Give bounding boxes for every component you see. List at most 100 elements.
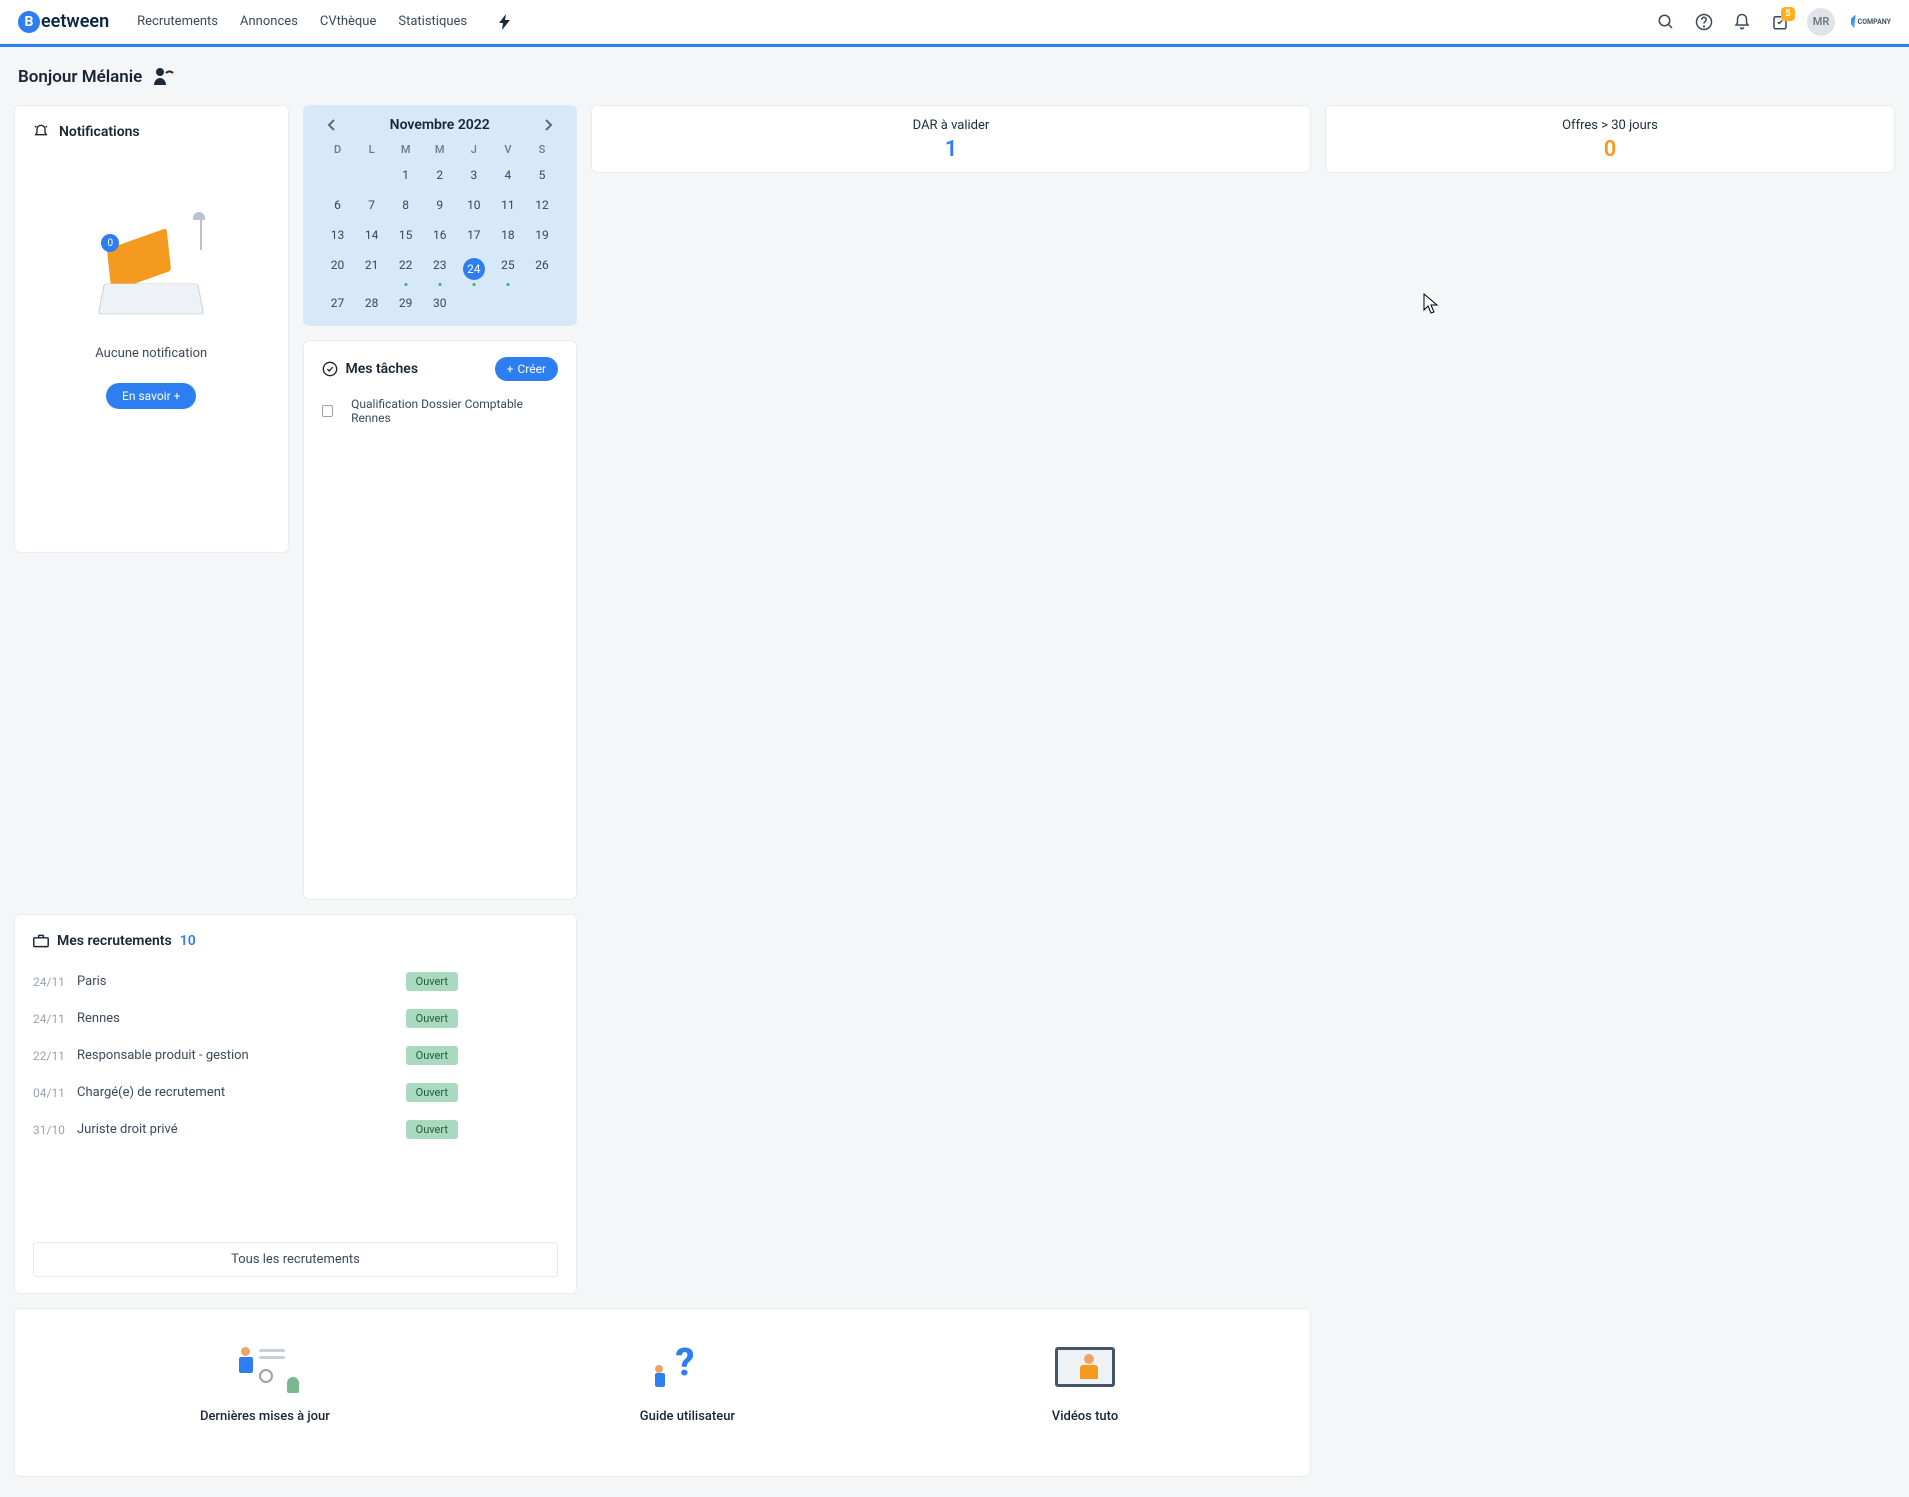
calendar-day[interactable]: 18 — [491, 224, 525, 246]
task-row[interactable]: Qualification Dossier Comptable Rennes — [322, 397, 559, 425]
all-recruitments-button[interactable]: Tous les recrutements — [33, 1242, 558, 1277]
calendar-day[interactable]: 6 — [321, 194, 355, 216]
notifications-empty-text: Aucune notification — [95, 346, 207, 361]
calendar-day[interactable]: 11 — [491, 194, 525, 216]
calendar-month-label: Novembre 2022 — [390, 117, 490, 133]
stat-offres-card[interactable]: Offres > 30 jours 0 — [1325, 105, 1895, 173]
tasks-card: Mes tâches + Créer Qualification Dossier… — [303, 340, 578, 900]
nav-annonces[interactable]: Annonces — [240, 14, 298, 30]
bell-icon[interactable] — [1731, 11, 1753, 33]
calendar-day — [525, 292, 559, 314]
calendar-day[interactable]: 21 — [355, 254, 389, 284]
calendar-day[interactable]: 1 — [389, 164, 423, 186]
calendar-day[interactable]: 4 — [491, 164, 525, 186]
recruitment-status: Ouvert — [406, 1120, 458, 1139]
calendar-day — [491, 292, 525, 314]
calendar-day[interactable]: 24 — [457, 254, 491, 284]
company-swoosh-icon — [1851, 15, 1856, 29]
calendar-day[interactable]: 10 — [457, 194, 491, 216]
calendar-day-header: M — [423, 143, 457, 156]
calendar-day[interactable]: 28 — [355, 292, 389, 314]
recruitment-title: Juriste droit privé — [77, 1122, 406, 1137]
logo-badge: B — [18, 11, 40, 33]
calendar-day[interactable]: 16 — [423, 224, 457, 246]
task-checkbox[interactable] — [322, 405, 334, 417]
calendar-day[interactable]: 20 — [321, 254, 355, 284]
stat-offres-label: Offres > 30 jours — [1334, 118, 1886, 133]
logo[interactable]: Beetween — [18, 11, 109, 33]
nav-cvtheque[interactable]: CVthèque — [320, 14, 377, 30]
company-logo[interactable]: COMPANY — [1851, 13, 1891, 31]
calendar-day[interactable]: 22 — [389, 254, 423, 284]
calendar-day[interactable]: 3 — [457, 164, 491, 186]
stat-dar-label: DAR à valider — [600, 118, 1302, 133]
recruitment-row[interactable]: 04/11Chargé(e) de recrutementOuvert — [33, 1074, 558, 1111]
recruitment-row[interactable]: 31/10Juriste droit privéOuvert — [33, 1111, 558, 1148]
recruitment-title: Chargé(e) de recrutement — [77, 1085, 406, 1100]
calendar-day-header: V — [491, 143, 525, 156]
videos-illustration — [1045, 1341, 1125, 1397]
company-name: COMPANY — [1858, 18, 1891, 26]
stat-dar-card[interactable]: DAR à valider 1 — [591, 105, 1311, 173]
recruitment-status: Ouvert — [406, 1009, 458, 1028]
resource-guide[interactable]: ? Guide utilisateur — [640, 1341, 735, 1424]
recruitment-title: Paris — [77, 974, 406, 989]
calendar-day — [321, 164, 355, 186]
recruitment-date: 31/10 — [33, 1123, 77, 1137]
recruitment-date: 22/11 — [33, 1049, 77, 1063]
tasks-title-wrap: Mes tâches — [322, 361, 419, 377]
calendar-day[interactable]: 19 — [525, 224, 559, 246]
calendar-prev-button[interactable] — [321, 115, 343, 135]
create-task-button[interactable]: + Créer — [495, 357, 558, 381]
recruitment-date: 24/11 — [33, 1012, 77, 1026]
inbox-icon[interactable]: 5 — [1769, 11, 1791, 33]
calendar-day-header: D — [321, 143, 355, 156]
calendar-day[interactable]: 23 — [423, 254, 457, 284]
calendar-day[interactable]: 15 — [389, 224, 423, 246]
recruitment-status: Ouvert — [406, 1083, 458, 1102]
tasks-title: Mes tâches — [346, 361, 419, 377]
calendar-day[interactable]: 30 — [423, 292, 457, 314]
calendar-day[interactable]: 29 — [389, 292, 423, 314]
calendar-day[interactable]: 14 — [355, 224, 389, 246]
calendar-day[interactable]: 13 — [321, 224, 355, 246]
task-label: Qualification Dossier Comptable Rennes — [351, 397, 558, 425]
calendar-day[interactable]: 12 — [525, 194, 559, 216]
calendar-day[interactable]: 8 — [389, 194, 423, 216]
recruitment-date: 24/11 — [33, 975, 77, 989]
nav-statistiques[interactable]: Statistiques — [398, 14, 467, 30]
guide-illustration: ? — [647, 1341, 727, 1397]
calendar-day — [457, 292, 491, 314]
calendar-day[interactable]: 26 — [525, 254, 559, 284]
calendar-next-button[interactable] — [537, 115, 559, 135]
resource-videos[interactable]: Vidéos tuto — [1045, 1341, 1125, 1424]
resource-updates-label: Dernières mises à jour — [200, 1409, 330, 1424]
calendar-day[interactable]: 25 — [491, 254, 525, 284]
calendar-day[interactable]: 27 — [321, 292, 355, 314]
recruitments-count: 10 — [180, 933, 196, 949]
calendar-day[interactable]: 5 — [525, 164, 559, 186]
inbox-badge: 5 — [1781, 7, 1795, 21]
recruitment-row[interactable]: 22/11Responsable produit - gestionOuvert — [33, 1037, 558, 1074]
recruitment-status: Ouvert — [406, 1046, 458, 1065]
updates-illustration — [225, 1341, 305, 1397]
recruitment-title: Rennes — [77, 1011, 406, 1026]
stat-dar-value: 1 — [600, 137, 1302, 162]
calendar-day[interactable]: 17 — [457, 224, 491, 246]
resource-videos-label: Vidéos tuto — [1052, 1409, 1118, 1424]
recruitment-date: 04/11 — [33, 1086, 77, 1100]
help-icon[interactable] — [1693, 11, 1715, 33]
learn-more-button[interactable]: En savoir + — [106, 383, 196, 409]
resource-updates[interactable]: Dernières mises à jour — [200, 1341, 330, 1424]
calendar-day[interactable]: 9 — [423, 194, 457, 216]
calendar-grid: DLMMJVS123456789101112131415161718192021… — [321, 143, 560, 314]
avatar[interactable]: MR — [1807, 8, 1835, 36]
nav-recrutements[interactable]: Recrutements — [137, 14, 218, 30]
recruitment-row[interactable]: 24/11ParisOuvert — [33, 963, 558, 1000]
search-icon[interactable] — [1655, 11, 1677, 33]
calendar-day[interactable]: 2 — [423, 164, 457, 186]
recruitment-row[interactable]: 24/11RennesOuvert — [33, 1000, 558, 1037]
bolt-icon[interactable] — [499, 14, 511, 30]
calendar-day[interactable]: 7 — [355, 194, 389, 216]
recruitments-card: Mes recrutements 10 24/11ParisOuvert24/1… — [14, 914, 577, 1294]
